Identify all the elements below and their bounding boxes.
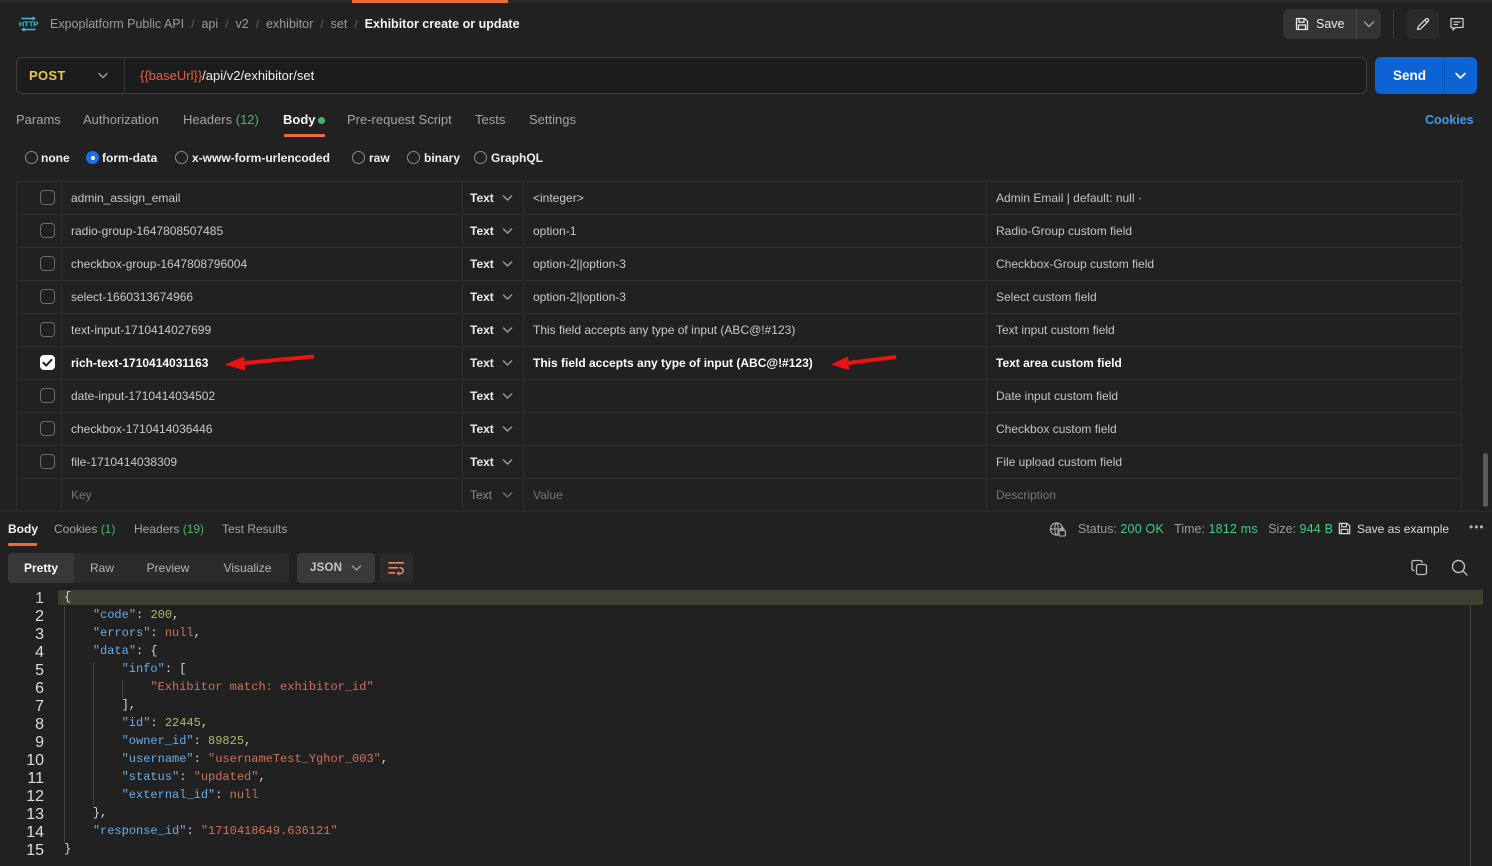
svg-text:HTTP: HTTP: [19, 20, 38, 29]
